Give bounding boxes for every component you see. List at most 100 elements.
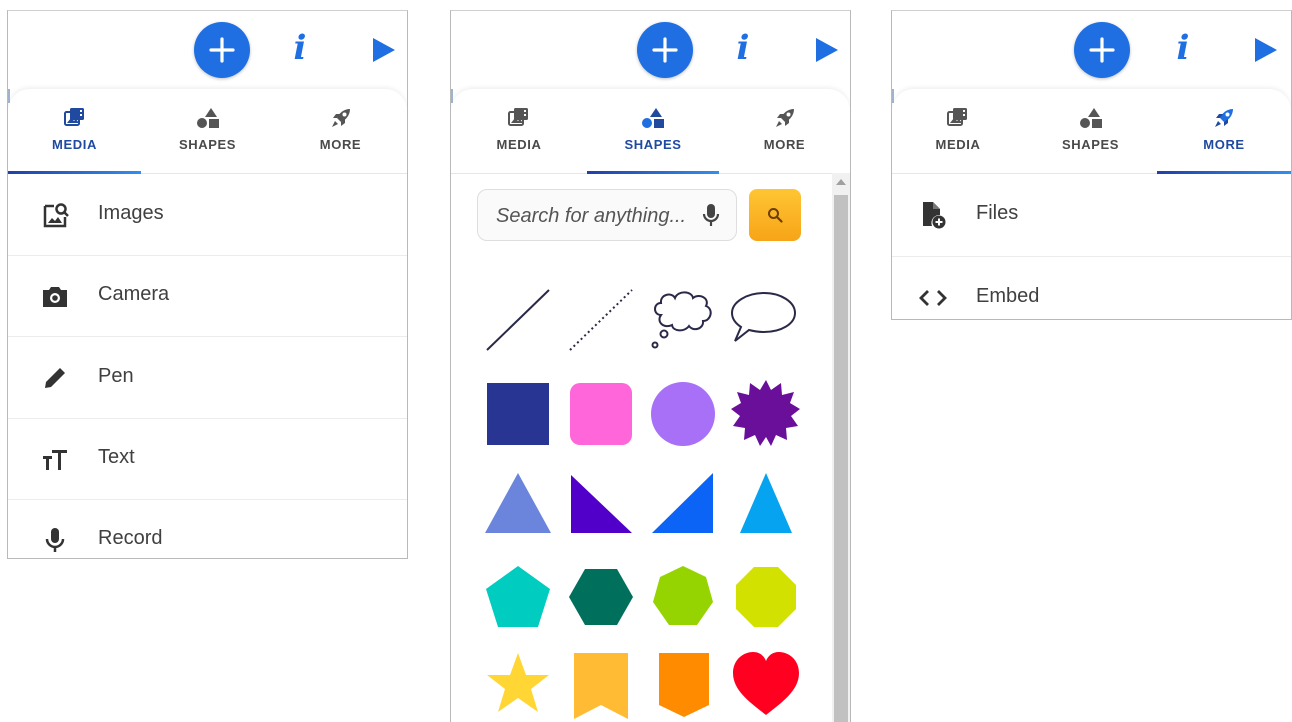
more-panel: i MEDIA SHAPES MORE Files Embed — [891, 10, 1292, 320]
microphone-icon[interactable] — [702, 203, 720, 227]
tab-bar: MEDIA SHAPES MORE — [892, 89, 1291, 174]
tab-more-label: MORE — [763, 137, 806, 152]
camera-icon — [43, 287, 67, 307]
tab-more[interactable]: MORE — [719, 89, 850, 173]
shield-shape[interactable] — [649, 649, 719, 719]
banner-shape[interactable] — [566, 649, 636, 719]
tab-media-label: MEDIA — [52, 137, 97, 152]
media-icon — [947, 108, 967, 126]
code-icon — [919, 290, 947, 306]
square-shape[interactable] — [483, 379, 553, 449]
insert-drawer: MEDIA SHAPES MORE — [451, 89, 850, 722]
thought-bubble-shape[interactable] — [647, 285, 717, 355]
heptagon-shape[interactable] — [648, 562, 718, 632]
scrollbar-thumb[interactable] — [834, 195, 848, 722]
info-button[interactable]: i — [1168, 23, 1198, 73]
insert-drawer: MEDIA SHAPES MORE Files Embed — [892, 89, 1291, 319]
burst-shape[interactable] — [731, 379, 801, 449]
list-item-label: Camera — [98, 283, 170, 305]
tab-shapes[interactable]: SHAPES — [1024, 89, 1157, 173]
microphone-icon — [45, 528, 65, 552]
image-search-icon — [43, 203, 69, 228]
info-button[interactable]: i — [285, 23, 315, 73]
tab-media[interactable]: MEDIA — [451, 89, 587, 173]
tab-more[interactable]: MORE — [274, 89, 407, 173]
text-size-icon — [43, 450, 67, 470]
tab-media[interactable]: MEDIA — [8, 89, 141, 174]
media-icon — [508, 108, 528, 126]
rocket-icon — [331, 109, 350, 127]
pen-icon — [45, 368, 65, 388]
star-shape[interactable] — [483, 649, 553, 719]
list-item-label: Images — [98, 202, 164, 224]
dotted-line-shape[interactable] — [566, 287, 636, 357]
insert-drawer: MEDIA SHAPES MORE Images Camera Pen Text… — [8, 89, 407, 558]
scrollbar[interactable] — [832, 173, 850, 722]
media-icon — [63, 108, 84, 126]
tab-bar: MEDIA SHAPES MORE — [451, 89, 850, 174]
hexagon-shape[interactable] — [566, 562, 636, 632]
tab-media-label: MEDIA — [496, 137, 542, 152]
play-button[interactable] — [370, 36, 398, 64]
list-item-images[interactable]: Images — [8, 174, 407, 256]
line-shape[interactable] — [483, 287, 553, 357]
right-triangle-mirrored-shape[interactable] — [649, 467, 719, 537]
list-item-label: Files — [976, 202, 1019, 224]
tab-shapes[interactable]: SHAPES — [587, 89, 719, 174]
rocket-icon — [775, 109, 794, 127]
info-button[interactable]: i — [728, 23, 758, 73]
tab-more-label: MORE — [319, 137, 362, 152]
plus-icon — [1089, 37, 1115, 63]
search-button[interactable] — [749, 189, 801, 241]
list-item-embed[interactable]: Embed — [892, 257, 1291, 319]
isosceles-triangle-shape[interactable] — [731, 467, 801, 537]
media-panel: i MEDIA SHAPES MORE Images Camera Pen Te… — [7, 10, 408, 559]
list-item-label: Record — [98, 527, 163, 549]
octagon-shape[interactable] — [731, 562, 801, 632]
play-button[interactable] — [813, 36, 841, 64]
pentagon-shape[interactable] — [483, 562, 553, 632]
file-add-icon — [923, 202, 946, 229]
right-triangle-shape[interactable] — [566, 467, 636, 537]
circle-shape[interactable] — [648, 379, 718, 449]
tab-bar: MEDIA SHAPES MORE — [8, 89, 407, 174]
shapes-icon — [196, 108, 219, 128]
search-input[interactable] — [494, 200, 688, 232]
list-item-label: Text — [98, 446, 135, 468]
tab-shapes-label: SHAPES — [178, 137, 237, 152]
tab-media[interactable]: MEDIA — [892, 89, 1024, 173]
tab-more[interactable]: MORE — [1157, 89, 1291, 174]
shapes-icon — [642, 108, 664, 128]
scroll-up-arrow-icon[interactable] — [836, 179, 846, 185]
heart-shape[interactable] — [731, 649, 801, 719]
list-item-label: Pen — [98, 365, 134, 387]
rocket-icon — [1215, 109, 1233, 127]
add-button[interactable] — [194, 22, 250, 78]
list-item-camera[interactable]: Camera — [8, 255, 407, 337]
list-item-files[interactable]: Files — [892, 174, 1291, 257]
list-item-text[interactable]: Text — [8, 418, 407, 500]
list-item-label: Embed — [976, 285, 1040, 307]
speech-bubble-shape[interactable] — [729, 285, 799, 355]
triangle-shape[interactable] — [483, 467, 553, 537]
toolbar: i — [451, 11, 850, 91]
tab-shapes[interactable]: SHAPES — [141, 89, 274, 173]
shapes-panel: i MEDIA SHAPES MORE — [450, 10, 851, 722]
tab-shapes-label: SHAPES — [624, 137, 682, 152]
list-item-pen[interactable]: Pen — [8, 337, 407, 419]
tab-shapes-label: SHAPES — [1061, 137, 1120, 152]
search-box — [477, 189, 737, 241]
add-button[interactable] — [1074, 22, 1130, 78]
add-button[interactable] — [637, 22, 693, 78]
list-item-record[interactable]: Record — [8, 499, 407, 558]
shapes-icon — [1079, 108, 1102, 128]
search-icon — [768, 208, 783, 223]
tab-media-label: MEDIA — [935, 137, 981, 152]
rounded-square-shape[interactable] — [566, 379, 636, 449]
plus-icon — [652, 37, 678, 63]
plus-icon — [209, 37, 235, 63]
tab-more-label: MORE — [1203, 137, 1245, 152]
play-button[interactable] — [1252, 36, 1280, 64]
toolbar: i — [8, 11, 407, 91]
toolbar: i — [892, 11, 1291, 91]
